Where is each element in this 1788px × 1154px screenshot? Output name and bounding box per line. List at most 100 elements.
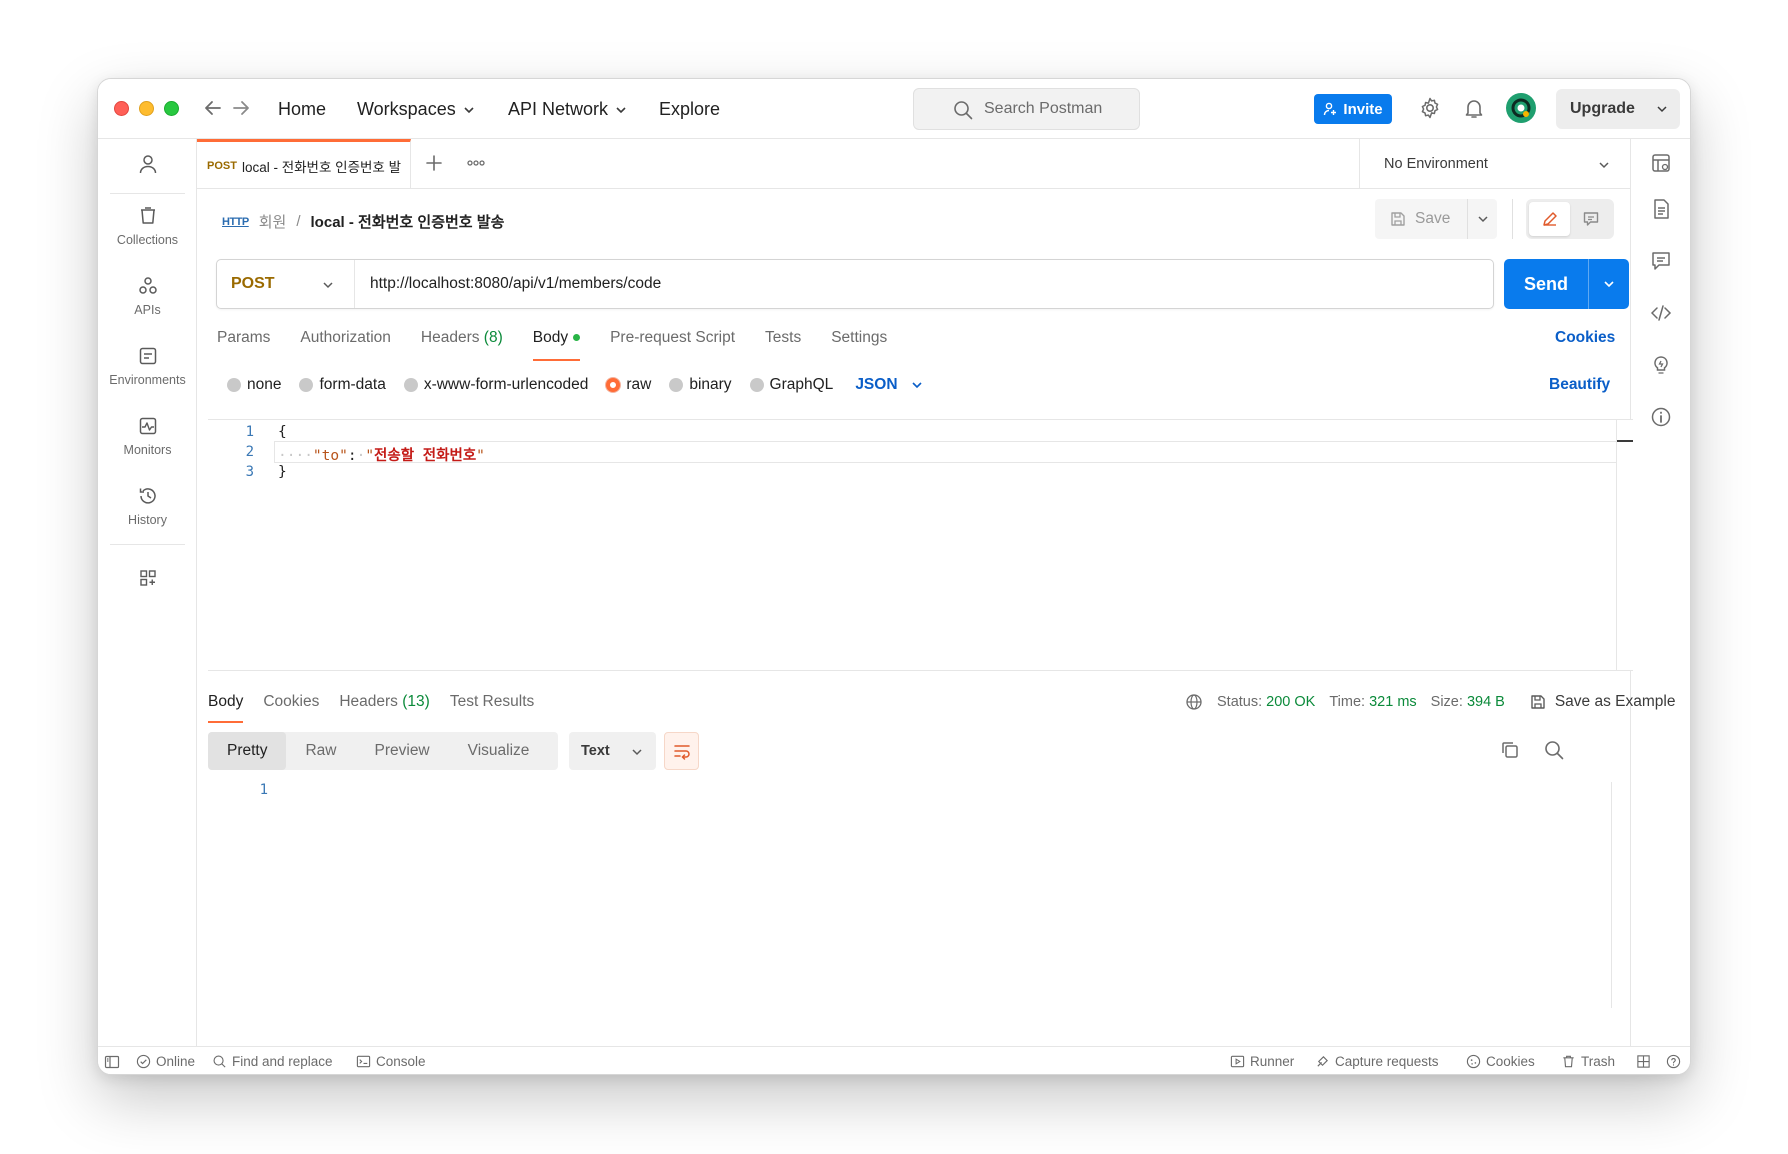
save-options-button[interactable] (1467, 199, 1497, 239)
console-button[interactable]: Console (356, 1054, 426, 1069)
breadcrumb-parent[interactable]: 회원 (259, 211, 287, 232)
toggle-sidebar-icon[interactable] (104, 1054, 120, 1070)
body-type-none[interactable]: none (227, 376, 281, 394)
tab-settings-label: Settings (831, 329, 888, 346)
online-status[interactable]: Online (136, 1054, 195, 1069)
body-type-label: x-www-form-urlencoded (423, 376, 589, 393)
runner-button[interactable]: Runner (1230, 1054, 1294, 1069)
tab-headers[interactable]: Headers (8) (421, 329, 503, 361)
body-type-binary[interactable]: binary (669, 376, 732, 394)
trash-icon (1563, 1055, 1574, 1068)
invite-button[interactable]: Invite (1314, 94, 1392, 124)
code-brace: } (278, 464, 287, 480)
nav-home[interactable]: Home (278, 99, 326, 120)
more-options-icon[interactable] (1689, 693, 1691, 711)
cookies-link[interactable]: Cookies (1555, 329, 1615, 347)
beautify-button[interactable]: Beautify (1549, 376, 1610, 394)
view-preview[interactable]: Preview (356, 732, 449, 770)
forward-arrow-icon[interactable] (230, 96, 252, 120)
body-type-raw[interactable]: raw (606, 376, 651, 394)
avatar[interactable] (1506, 93, 1536, 123)
request-name[interactable]: local - 전화번호 인증번호 발송 (311, 211, 505, 232)
sidebar-configure-workbench[interactable] (98, 567, 197, 595)
editor-scrollbar[interactable] (1616, 420, 1617, 670)
find-and-replace[interactable]: Find and replace (212, 1054, 333, 1069)
line-number: 2 (245, 444, 254, 460)
save-as-example-button[interactable]: Save as Example (1529, 693, 1675, 711)
nav-explore[interactable]: Explore (659, 99, 720, 120)
send-options-button[interactable] (1588, 259, 1629, 309)
cookies-button[interactable]: Cookies (1466, 1054, 1535, 1069)
more-tabs-icon[interactable] (465, 152, 487, 179)
raw-format-select[interactable]: JSON (855, 376, 923, 394)
help-icon[interactable] (1666, 1054, 1681, 1069)
view-raw[interactable]: Raw (286, 732, 355, 770)
tab-authorization[interactable]: Authorization (300, 329, 390, 361)
search-icon[interactable] (1543, 739, 1567, 763)
sidebar-item-apis[interactable]: APIs (98, 275, 197, 317)
body-type-urlencoded[interactable]: x-www-form-urlencoded (403, 376, 589, 394)
request-body-editor[interactable]: 1 2 3 { ····"to":·"전송할 전화번호" } (208, 419, 1633, 671)
globe-icon[interactable] (1185, 693, 1203, 711)
radio-button (227, 378, 241, 392)
tab-body[interactable]: Body (532, 329, 581, 361)
sidebar-item-collections[interactable]: Collections (98, 205, 197, 247)
save-button[interactable]: Save (1375, 199, 1467, 239)
tab-tests[interactable]: Tests (765, 329, 801, 361)
body-type-graphql[interactable]: GraphQL (749, 376, 833, 394)
environment-select[interactable]: No Environment (1359, 139, 1632, 189)
body-type-form-data[interactable]: form-data (299, 376, 386, 394)
sidebar-item-monitors[interactable]: Monitors (98, 415, 197, 457)
search-input[interactable]: Search Postman (913, 88, 1140, 130)
new-tab-plus-icon[interactable] (423, 152, 445, 179)
settings-gear-icon[interactable] (1418, 96, 1442, 120)
code-quote: " (365, 448, 375, 464)
view-visualize[interactable]: Visualize (449, 732, 549, 770)
nav-api-network[interactable]: API Network (508, 99, 628, 120)
response-format-select[interactable]: Text (569, 732, 656, 770)
notifications-bell-icon[interactable] (1462, 96, 1486, 120)
status-value[interactable]: 200 OK (1266, 694, 1315, 710)
minimize-window-button[interactable] (139, 101, 154, 116)
size-value[interactable]: 394 B (1467, 694, 1505, 710)
response-scrollbar[interactable] (1611, 782, 1612, 1008)
nav-workspaces[interactable]: Workspaces (357, 99, 476, 120)
copy-icon[interactable] (1499, 739, 1523, 763)
send-button[interactable]: Send (1504, 259, 1629, 309)
tab-params[interactable]: Params (217, 329, 270, 361)
sidebar-workspace-user[interactable] (98, 153, 197, 181)
back-arrow-icon[interactable] (202, 96, 224, 120)
documentation-icon[interactable] (1649, 197, 1673, 221)
response-tab-test-results[interactable]: Test Results (450, 693, 534, 723)
trash-button[interactable]: Trash (1561, 1054, 1615, 1069)
user-icon (139, 155, 156, 174)
tab-settings[interactable]: Settings (831, 329, 887, 361)
info-icon[interactable] (1649, 405, 1673, 429)
search-icon (213, 1055, 226, 1068)
response-tab-headers[interactable]: Headers (13) (339, 693, 429, 723)
sidebar-item-environments[interactable]: Environments (98, 345, 197, 387)
sidebar-item-history[interactable]: History (98, 485, 197, 527)
two-pane-view-icon[interactable] (1636, 1054, 1651, 1069)
lightbulb-icon[interactable] (1649, 353, 1673, 377)
edit-mode-button[interactable] (1529, 202, 1570, 236)
method-select[interactable]: POST (217, 260, 355, 308)
editor-overview-marker (1617, 440, 1633, 442)
tab-prerequest-script[interactable]: Pre-request Script (610, 329, 735, 361)
comment-mode-button[interactable] (1570, 202, 1611, 236)
wrap-lines-button[interactable] (664, 732, 699, 770)
view-pretty[interactable]: Pretty (208, 732, 287, 770)
response-tab-body[interactable]: Body (208, 693, 244, 723)
time-value[interactable]: 321 ms (1369, 694, 1417, 710)
comments-icon[interactable] (1649, 249, 1673, 273)
zoom-window-button[interactable] (164, 101, 179, 116)
tab-request[interactable]: POST local - 전화번호 인증번호 발 (197, 139, 411, 189)
url-input[interactable] (370, 260, 1470, 308)
capture-requests-button[interactable]: Capture requests (1315, 1054, 1439, 1069)
cookie-icon (1466, 1054, 1481, 1069)
response-tab-cookies[interactable]: Cookies (263, 693, 319, 723)
upgrade-button[interactable]: Upgrade (1556, 89, 1680, 129)
close-window-button[interactable] (114, 101, 129, 116)
environment-quick-look-icon[interactable] (1649, 151, 1673, 175)
code-snippet-icon[interactable] (1649, 301, 1673, 325)
